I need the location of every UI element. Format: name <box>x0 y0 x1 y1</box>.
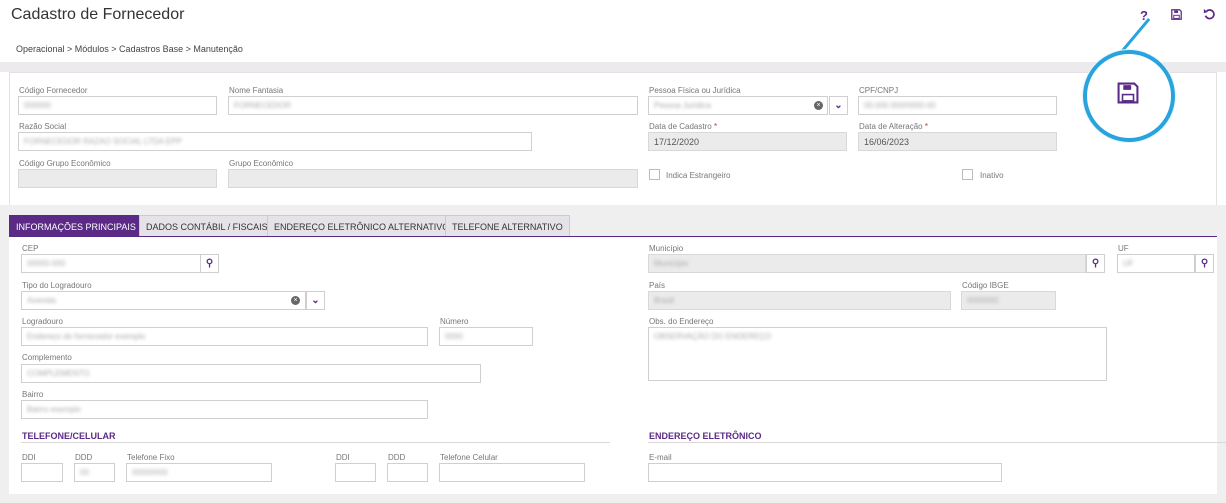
nome-fantasia-label: Nome Fantasia <box>229 86 284 95</box>
telefone-fixo-label: Telefone Fixo <box>127 453 175 462</box>
data-alteracao-input: 16/06/2023 <box>858 132 1057 151</box>
numero-input[interactable]: 0000 <box>439 327 533 346</box>
page-title: Cadastro de Fornecedor <box>11 6 185 23</box>
ddi-label: DDI <box>336 453 350 462</box>
ddi-celular-input[interactable] <box>335 463 376 482</box>
codigo-grupo-label: Código Grupo Econômico <box>19 159 111 168</box>
indica-estrangeiro-checkbox[interactable] <box>649 169 660 180</box>
tab-informacoes-principais[interactable]: INFORMAÇÕES PRINCIPAIS <box>9 215 143 237</box>
ddd-label: DDD <box>75 453 93 462</box>
municipio-label: Município <box>649 244 684 253</box>
floppy-disk-icon <box>1117 82 1139 104</box>
codigo-ibge-input: 0000000 <box>961 291 1056 310</box>
tab-telefone-alternativo[interactable]: TELEFONE ALTERNATIVO <box>445 215 570 237</box>
cep-input[interactable]: 00000-000 <box>21 254 201 273</box>
grupo-label: Grupo Econômico <box>229 159 294 168</box>
ddi-label: DDI <box>22 453 36 462</box>
clear-icon[interactable]: × <box>291 296 300 305</box>
logradouro-label: Logradouro <box>22 317 63 326</box>
ddi-fixo-input[interactable] <box>21 463 63 482</box>
uf-input[interactable]: UF <box>1117 254 1195 273</box>
codigo-fornecedor-input[interactable]: 000000 <box>18 96 217 115</box>
email-input[interactable] <box>648 463 1002 482</box>
telefone-celular-input[interactable] <box>439 463 585 482</box>
pais-input: Brasil <box>648 291 951 310</box>
pessoa-select[interactable]: Pessoa Jurídica <box>648 96 828 115</box>
tab-endereco-eletronico[interactable]: ENDEREÇO ELETRÔNICO ALTERNATIVO <box>267 215 457 237</box>
ddd-fixo-input[interactable]: 00 <box>74 463 115 482</box>
ddd-label: DDD <box>388 453 406 462</box>
bairro-input[interactable]: Bairro exemplo <box>21 400 428 419</box>
data-cadastro-input: 17/12/2020 <box>648 132 847 151</box>
codigo-grupo-input <box>18 169 217 188</box>
tab-underline <box>9 236 1217 237</box>
pessoa-label: Pessoa Física ou Jurídica <box>649 86 741 95</box>
save-callout <box>1083 50 1175 142</box>
obs-endereco-label: Obs. do Endereço <box>649 317 714 326</box>
obs-endereco-textarea[interactable]: OBSERVAÇÃO DO ENDEREÇO <box>648 327 1107 381</box>
codigo-ibge-label: Código IBGE <box>962 281 1009 290</box>
tipo-logradouro-label: Tipo do Logradouro <box>22 281 92 290</box>
save-button[interactable] <box>1168 8 1184 24</box>
complemento-input[interactable]: COMPLEMENTO <box>21 364 481 383</box>
inativo-label: Inativo <box>980 171 1004 180</box>
data-alteracao-label: Data de Alteração * <box>859 122 928 131</box>
email-label: E-mail <box>649 453 672 462</box>
undo-button[interactable] <box>1201 8 1217 24</box>
data-cadastro-label: Data de Cadastro * <box>649 122 718 131</box>
indica-estrangeiro-label: Indica Estrangeiro <box>666 171 731 180</box>
chevron-down-icon[interactable]: ⌄ <box>829 96 848 115</box>
codigo-fornecedor-label: Código Fornecedor <box>19 86 88 95</box>
floppy-disk-icon <box>1170 9 1182 20</box>
breadcrumb: Operacional > Módulos > Cadastros Base >… <box>16 44 243 54</box>
municipio-input[interactable]: Município <box>648 254 1086 273</box>
complemento-label: Complemento <box>22 353 72 362</box>
section-divider <box>648 442 1226 443</box>
email-section-title: ENDEREÇO ELETRÔNICO <box>649 431 762 441</box>
section-divider <box>21 442 610 443</box>
grupo-input <box>228 169 638 188</box>
search-icon[interactable]: ⚲ <box>200 254 219 273</box>
pais-label: País <box>649 281 666 290</box>
nome-fantasia-input[interactable]: FORNECEDOR <box>228 96 638 115</box>
top-bar: Cadastro de Fornecedor Operacional > Mód… <box>0 0 1226 66</box>
uf-label: UF <box>1118 244 1129 253</box>
undo-icon <box>1203 8 1215 20</box>
ddd-celular-input[interactable] <box>387 463 428 482</box>
cep-label: CEP <box>22 244 39 253</box>
numero-label: Número <box>440 317 469 326</box>
chevron-down-icon[interactable]: ⌄ <box>306 291 325 310</box>
telefone-celular-label: Telefone Celular <box>440 453 498 462</box>
cpf-cnpj-label: CPF/CNPJ <box>859 86 899 95</box>
clear-icon[interactable]: × <box>814 101 823 110</box>
telefone-fixo-input[interactable]: 00000000 <box>126 463 272 482</box>
bairro-label: Bairro <box>22 390 44 399</box>
search-icon[interactable]: ⚲ <box>1086 254 1105 273</box>
razao-social-label: Razão Social <box>19 122 67 131</box>
search-icon[interactable]: ⚲ <box>1195 254 1214 273</box>
inativo-checkbox[interactable] <box>962 169 973 180</box>
cpf-cnpj-input[interactable]: 00.000.000/0000-00 <box>858 96 1057 115</box>
tab-dados-contabil[interactable]: DADOS CONTÁBIL / FISCAIS <box>139 215 275 237</box>
razao-social-input[interactable]: FORNECEDOR RAZAO SOCIAL LTDA EPP <box>18 132 532 151</box>
tipo-logradouro-select[interactable]: Avenida <box>21 291 306 310</box>
divider-band <box>0 62 1226 72</box>
logradouro-input[interactable]: Endereço do fornecedor exemplo <box>21 327 428 346</box>
telefone-section-title: TELEFONE/CELULAR <box>22 431 116 441</box>
